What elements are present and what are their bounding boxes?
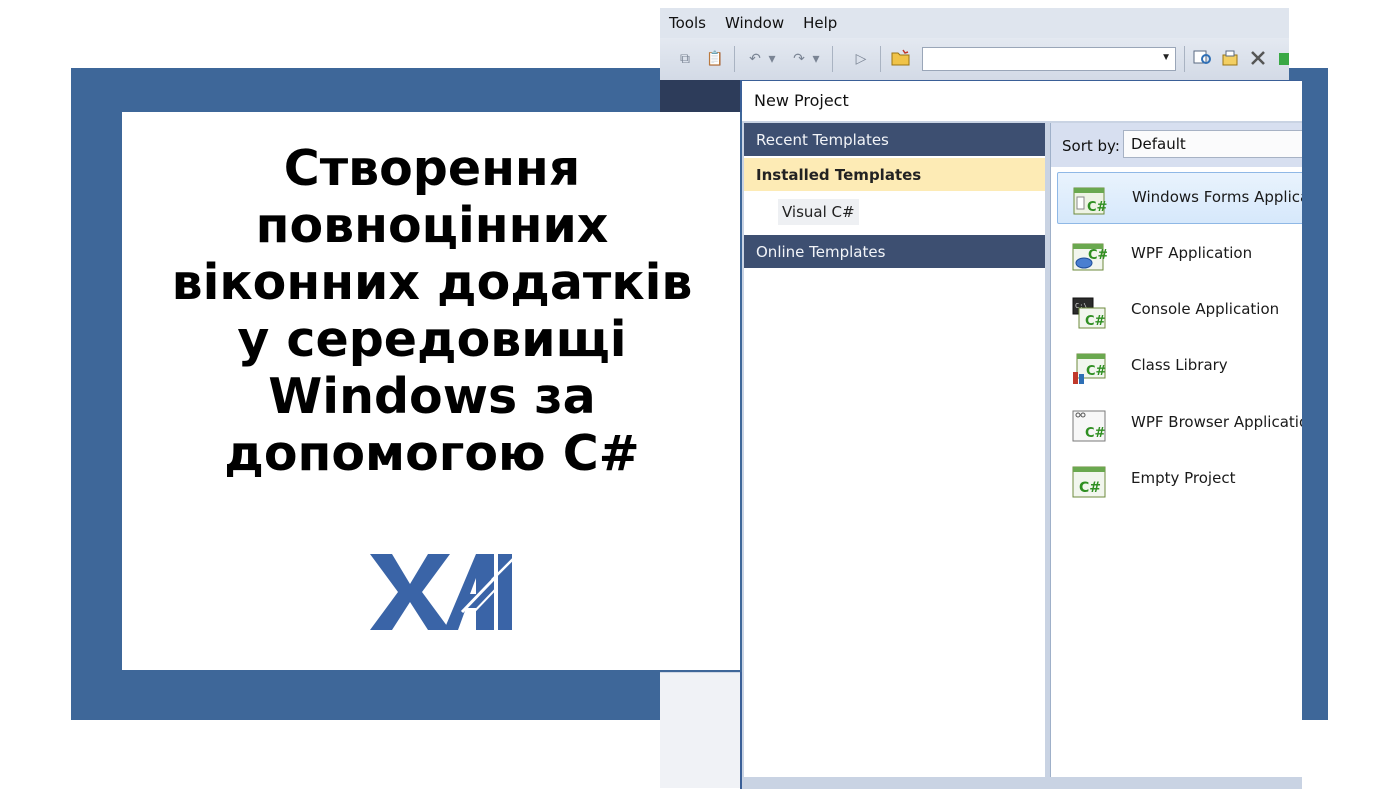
windows-forms-icon: C# (1073, 187, 1108, 215)
redo-icon[interactable]: ↷ (788, 47, 810, 69)
svg-text:C#: C# (1086, 364, 1107, 379)
template-label: WPF Application (1131, 244, 1253, 262)
toolbar-separator (1184, 46, 1185, 72)
solution-config-combo[interactable]: ▼ (922, 47, 1176, 71)
template-label: WPF Browser Application (1131, 413, 1302, 431)
templates-list-pane: Sort by: Default C# Windows Forms Applic… (1050, 123, 1302, 777)
template-label: Windows Forms Application (1132, 188, 1302, 206)
template-categories-pane: Recent Templates Installed Templates Vis… (744, 123, 1045, 777)
dialog-body: Recent Templates Installed Templates Vis… (742, 121, 1302, 789)
template-windows-forms[interactable]: C# Windows Forms Application (1057, 172, 1302, 224)
title-line: у середовищі (237, 311, 627, 368)
undo-icon[interactable]: ↶ (744, 47, 766, 69)
svg-text:C#: C# (1087, 200, 1108, 215)
menu-help[interactable]: Help (794, 14, 847, 32)
template-empty-project[interactable]: C# Empty Project (1057, 454, 1302, 506)
properties-icon[interactable] (1220, 47, 1242, 69)
wpf-application-icon: C# (1072, 243, 1107, 271)
start-debug-icon[interactable]: ▷ (850, 47, 872, 69)
console-application-icon: C:\ C# (1072, 297, 1106, 329)
online-templates-header[interactable]: Online Templates (744, 235, 1045, 268)
paste-icon[interactable]: 📋 (704, 47, 726, 69)
class-library-icon: C# (1073, 353, 1107, 384)
tree-item-visual-csharp[interactable]: Visual C# (778, 199, 859, 225)
new-project-dialog: New Project Recent Templates Installed T… (740, 80, 1302, 789)
title-line: повноцінних (255, 197, 609, 254)
open-folder-icon[interactable] (890, 47, 912, 69)
template-class-library[interactable]: C# Class Library (1057, 341, 1302, 393)
menu-bar: Tools Window Help (660, 8, 1289, 38)
svg-text:C#: C# (1088, 248, 1107, 263)
khai-logo (370, 554, 515, 630)
editor-area (660, 673, 744, 788)
template-label: Console Application (1131, 300, 1280, 318)
title-line: віконних додатків (171, 254, 693, 311)
toolbar: ⧉ 📋 ↶ ▾ ↷ ▾ ▷ ▼ (660, 38, 1289, 81)
redo-dropdown-icon[interactable]: ▾ (810, 47, 822, 69)
article-title: Створення повноцінних віконних додатків … (122, 140, 742, 482)
svg-text:C#: C# (1085, 314, 1106, 329)
menu-tools[interactable]: Tools (660, 14, 716, 32)
editor-tab-strip (660, 80, 744, 116)
installed-templates-header[interactable]: Installed Templates (744, 158, 1045, 191)
template-wpf-browser-application[interactable]: C# WPF Browser Application (1057, 398, 1302, 450)
sort-bar: Sort by: Default (1051, 123, 1302, 167)
svg-text:C#: C# (1079, 480, 1101, 496)
menu-window[interactable]: Window (716, 14, 794, 32)
chevron-down-icon: ▼ (1161, 52, 1171, 63)
tools-icon[interactable] (1248, 47, 1270, 69)
template-console-application[interactable]: C:\ C# Console Application (1057, 285, 1302, 337)
undo-dropdown-icon[interactable]: ▾ (766, 47, 778, 69)
wpf-browser-icon: C# (1072, 410, 1106, 442)
title-line: Створення (283, 140, 581, 197)
toolbox-icon[interactable] (1274, 47, 1289, 69)
empty-project-icon: C# (1072, 466, 1106, 498)
toolbar-separator (734, 46, 735, 72)
dialog-title: New Project (754, 91, 849, 110)
recent-templates-header[interactable]: Recent Templates (744, 123, 1045, 156)
template-label: Empty Project (1131, 469, 1236, 487)
svg-text:C#: C# (1085, 426, 1106, 441)
title-card: Створення повноцінних віконних додатків … (122, 112, 742, 672)
toolbar-separator (880, 46, 881, 72)
title-line: Windows за (268, 368, 596, 425)
toolbar-separator (832, 46, 833, 72)
sort-by-label: Sort by: (1062, 137, 1120, 155)
sort-by-select[interactable]: Default (1123, 130, 1302, 158)
copy-icon[interactable]: ⧉ (674, 47, 696, 69)
template-label: Class Library (1131, 356, 1228, 374)
find-in-files-icon[interactable] (1192, 47, 1214, 69)
title-line: допомогою C# (224, 425, 640, 482)
template-wpf-application[interactable]: C# WPF Application (1057, 229, 1302, 281)
